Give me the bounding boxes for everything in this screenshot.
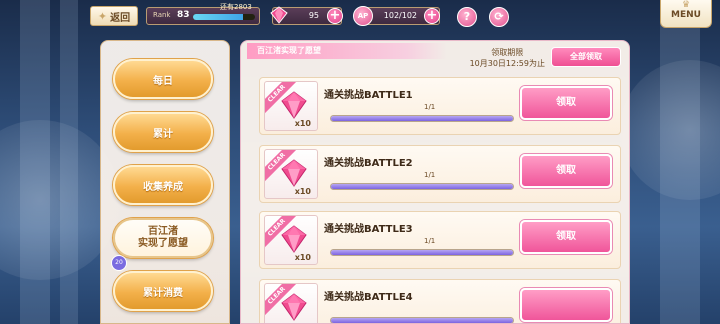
rank-exp-bar (193, 14, 255, 20)
mission-row: CLEAR x10 通关挑战BATTLE2 1/1 领取 (259, 145, 621, 203)
reward-quantity: x10 (294, 187, 311, 196)
deadline-label: 领取期限 (491, 48, 524, 57)
gem-icon (270, 6, 288, 24)
deadline-date: 10月30日12:59为止 (469, 59, 545, 68)
rank-label: Rank (153, 11, 171, 19)
claim-button[interactable]: 领取 (520, 86, 612, 120)
category-event-button[interactable]: 百江渚 实现了愿望 (113, 218, 213, 258)
add-ap-button[interactable]: + (424, 8, 440, 24)
category-label: 累计 (153, 128, 173, 140)
top-bar: ✦ 返回 Rank 83 还有2803 95 + AP 102/102 + ? … (0, 0, 720, 32)
mission-progress-text: 1/1 (424, 103, 436, 111)
mission-progress-text: 1/1 (424, 171, 436, 179)
reward-item: CLEAR x10 (264, 149, 318, 199)
category-label: 累计消费 (143, 287, 183, 299)
mission-row: CLEAR x10 通关挑战BATTLE3 1/1 领取 (259, 211, 621, 269)
mission-title: 通关挑战BATTLE4 (324, 292, 413, 303)
category-label-line2: 实现了愿望 (138, 238, 188, 249)
category-cumulative-button[interactable]: 累计 (113, 112, 213, 152)
category-label: 每日 (153, 75, 173, 87)
mission-panel: 百江渚实现了愿望 领取期限 10月30日12:59为止 全部领取 CLEAR x… (240, 40, 630, 324)
mission-title: 通关挑战BATTLE1 (324, 90, 413, 101)
reward-item: CLEAR (264, 283, 318, 323)
mission-progress-bar (330, 249, 514, 256)
ap-badge: AP (353, 6, 373, 26)
claim-button[interactable] (520, 288, 612, 322)
ap-value: 102/102 (383, 11, 417, 20)
help-button[interactable]: ? (457, 7, 477, 27)
help-icon: ? (463, 10, 471, 23)
category-daily-button[interactable]: 每日 (113, 59, 213, 99)
category-collection-button[interactable]: 收集养成 (113, 165, 213, 205)
back-button[interactable]: ✦ 返回 (90, 6, 138, 26)
reward-quantity: x10 (294, 119, 311, 128)
category-panel: 每日 累计 收集养成 百江渚 实现了愿望 20 累计消费 (100, 40, 230, 324)
mission-row: CLEAR x10 通关挑战BATTLE1 1/1 领取 (259, 77, 621, 135)
reward-item: CLEAR x10 (264, 81, 318, 131)
refresh-icon: ⟳ (494, 10, 504, 23)
mission-progress-bar (330, 183, 514, 190)
crown-icon: ♛ (681, 0, 691, 10)
claim-button[interactable]: 领取 (520, 154, 612, 188)
category-spending-button[interactable]: 累计消费 (113, 271, 213, 311)
reward-item: CLEAR x10 (264, 215, 318, 265)
rank-value: 83 (177, 10, 190, 20)
mission-progress-bar (330, 115, 514, 122)
claim-button[interactable]: 领取 (520, 220, 612, 254)
menu-button[interactable]: ♛ MENU (660, 0, 712, 28)
claim-deadline: 领取期限 10月30日12:59为止 (470, 47, 545, 69)
refresh-button[interactable]: ⟳ (489, 7, 509, 27)
mission-row: CLEAR 通关挑战BATTLE4 (259, 279, 621, 323)
reward-quantity: x10 (294, 253, 311, 262)
gem-count: 95 (308, 11, 319, 20)
rank-next-text: 还有2803 (220, 3, 252, 11)
claim-all-button[interactable]: 全部领取 (551, 47, 621, 67)
back-label: 返回 (110, 12, 131, 24)
back-star-icon: ✦ (97, 9, 108, 23)
category-label: 收集养成 (143, 181, 183, 193)
add-gem-button[interactable]: + (327, 8, 343, 24)
mission-progress-bar (330, 317, 514, 323)
panel-title: 百江渚实现了愿望 (247, 43, 447, 59)
category-badge: 20 (111, 255, 127, 271)
mission-progress-text: 1/1 (424, 237, 436, 245)
menu-label: MENU (671, 10, 701, 20)
category-label-line1: 百江渚 (148, 226, 178, 237)
mission-title: 通关挑战BATTLE2 (324, 158, 413, 169)
mission-title: 通关挑战BATTLE3 (324, 224, 413, 235)
